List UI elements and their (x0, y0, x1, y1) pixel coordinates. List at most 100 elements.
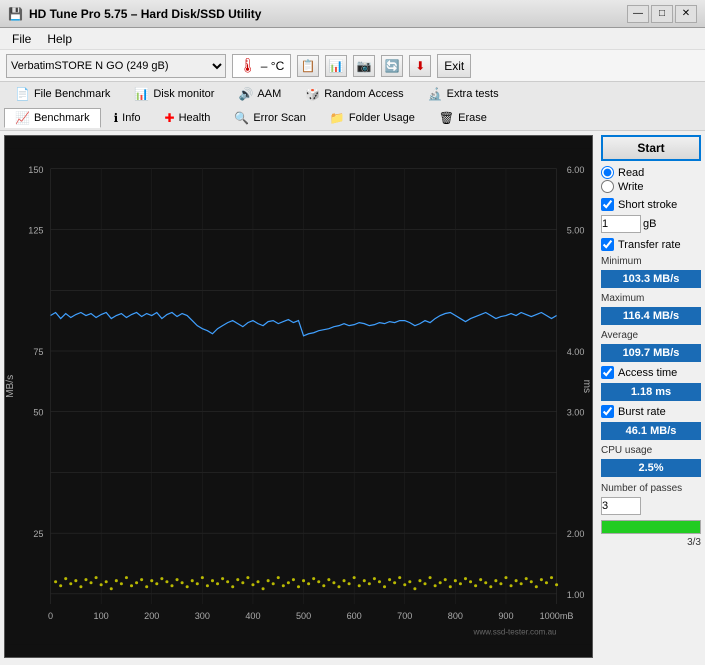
svg-text:500: 500 (296, 611, 311, 621)
svg-text:700: 700 (397, 611, 412, 621)
benchmark-chart: 150 125 75 50 25 MB/s 6.00 5.00 4.00 3.0… (5, 136, 592, 657)
tab-aam[interactable]: 🔊 AAM (227, 84, 292, 104)
folder-usage-icon: 📁 (330, 111, 345, 125)
chart-container: 150 125 75 50 25 MB/s 6.00 5.00 4.00 3.0… (4, 135, 593, 658)
menubar: File Help (0, 28, 705, 50)
main-content: 150 125 75 50 25 MB/s 6.00 5.00 4.00 3.0… (0, 131, 705, 662)
svg-text:2.00: 2.00 (567, 529, 585, 539)
write-radio[interactable] (601, 180, 614, 193)
svg-text:MB/s: MB/s (5, 375, 16, 398)
average-value: 109.7 MB/s (601, 344, 701, 362)
tab-row-1: 📄 File Benchmark 📊 Disk monitor 🔊 AAM 🎲 … (0, 82, 705, 106)
short-stroke-checkbox[interactable] (601, 198, 614, 211)
toolbar: VerbatimSTORE N GO (249 gB) 🌡 – °C 📋 📊 📷… (0, 50, 705, 82)
disk-monitor-icon: 📊 (134, 87, 149, 101)
svg-text:1000mB: 1000mB (540, 611, 574, 621)
svg-text:400: 400 (245, 611, 260, 621)
short-stroke-checkbox-label[interactable]: Short stroke (601, 198, 701, 211)
tab-error-scan[interactable]: 🔍 Error Scan (223, 108, 317, 128)
aam-icon: 🔊 (238, 87, 253, 101)
svg-text:5.00: 5.00 (567, 226, 585, 236)
tabbar: 📄 File Benchmark 📊 Disk monitor 🔊 AAM 🎲 … (0, 82, 705, 131)
maximum-value: 116.4 MB/s (601, 307, 701, 325)
read-radio[interactable] (601, 166, 614, 179)
short-stroke-spinbox-row: gB (601, 215, 701, 233)
passes-spinbox-row (601, 497, 701, 515)
passes-progress-container (601, 520, 701, 534)
camera-icon-btn[interactable]: 📷 (353, 55, 375, 77)
transfer-rate-checkbox[interactable] (601, 238, 614, 251)
svg-text:800: 800 (448, 611, 463, 621)
cpu-usage-label: CPU usage (601, 445, 701, 456)
svg-text:600: 600 (347, 611, 362, 621)
read-radio-label[interactable]: Read (601, 166, 701, 179)
access-time-checkbox-label[interactable]: Access time (601, 366, 701, 379)
svg-text:www.ssd-tester.com.au: www.ssd-tester.com.au (473, 627, 557, 636)
right-panel: Start Read Write Short stroke gB Transfe… (597, 131, 705, 662)
write-radio-label[interactable]: Write (601, 180, 701, 193)
svg-text:100: 100 (94, 611, 109, 621)
tab-random-access[interactable]: 🎲 Random Access (294, 84, 414, 104)
svg-text:150: 150 (28, 165, 43, 175)
tab-info[interactable]: ℹ Info (103, 108, 152, 128)
cpu-usage-value: 2.5% (601, 459, 701, 477)
refresh-icon-btn[interactable]: 🔄 (381, 55, 403, 77)
passes-progress-label: 3/3 (601, 537, 701, 548)
random-access-icon: 🎲 (305, 87, 320, 101)
transfer-rate-checkbox-label[interactable]: Transfer rate (601, 238, 701, 251)
average-label: Average (601, 330, 701, 341)
svg-text:900: 900 (498, 611, 513, 621)
tab-disk-monitor[interactable]: 📊 Disk monitor (123, 84, 225, 104)
svg-text:3.00: 3.00 (567, 408, 585, 418)
app-icon: 💾 (8, 7, 23, 21)
download-icon-btn[interactable]: ⬇ (409, 55, 431, 77)
svg-text:4.00: 4.00 (567, 347, 585, 357)
minimize-button[interactable]: — (627, 5, 649, 23)
info-tab-icon: ℹ (114, 111, 119, 125)
burst-rate-value: 46.1 MB/s (601, 422, 701, 440)
access-time-value: 1.18 ms (601, 383, 701, 401)
svg-text:0: 0 (48, 611, 53, 621)
passes-spinbox[interactable] (601, 497, 641, 515)
menu-file[interactable]: File (4, 30, 39, 48)
exit-button[interactable]: Exit (437, 54, 471, 78)
tab-file-benchmark[interactable]: 📄 File Benchmark (4, 84, 121, 104)
read-write-group: Read Write (601, 166, 701, 193)
minimum-value: 103.3 MB/s (601, 270, 701, 288)
short-stroke-spinbox[interactable] (601, 215, 641, 233)
benchmark-icon: 📈 (15, 111, 30, 125)
number-of-passes-label: Number of passes (601, 483, 701, 494)
access-time-checkbox[interactable] (601, 366, 614, 379)
svg-text:6.00: 6.00 (567, 165, 585, 175)
tab-erase[interactable]: 🗑 Erase (428, 108, 498, 128)
tab-row-2: 📈 Benchmark ℹ Info ✚ Health 🔍 Error Scan… (0, 106, 705, 130)
passes-progress-fill (602, 521, 700, 533)
maximize-button[interactable]: □ (651, 5, 673, 23)
svg-text:125: 125 (28, 226, 43, 236)
svg-text:200: 200 (144, 611, 159, 621)
burst-rate-checkbox-label[interactable]: Burst rate (601, 405, 701, 418)
svg-text:ms: ms (581, 380, 592, 393)
info-icon-btn[interactable]: 📋 (297, 55, 319, 77)
chart-icon-btn[interactable]: 📊 (325, 55, 347, 77)
titlebar: 💾 HD Tune Pro 5.75 – Hard Disk/SSD Utili… (0, 0, 705, 28)
tab-folder-usage[interactable]: 📁 Folder Usage (319, 108, 426, 128)
file-benchmark-icon: 📄 (15, 87, 30, 101)
svg-text:1.00: 1.00 (567, 590, 585, 600)
close-button[interactable]: ✕ (675, 5, 697, 23)
app-title: HD Tune Pro 5.75 – Hard Disk/SSD Utility (29, 7, 262, 21)
error-scan-icon: 🔍 (234, 111, 249, 125)
drive-selector[interactable]: VerbatimSTORE N GO (249 gB) (6, 54, 226, 78)
tab-health[interactable]: ✚ Health (154, 108, 222, 128)
burst-rate-checkbox[interactable] (601, 405, 614, 418)
start-button[interactable]: Start (601, 135, 701, 161)
erase-icon: 🗑 (439, 111, 454, 125)
extra-tests-icon: 🔬 (428, 87, 443, 101)
tab-extra-tests[interactable]: 🔬 Extra tests (417, 84, 510, 104)
minimum-label: Minimum (601, 256, 701, 267)
menu-help[interactable]: Help (39, 30, 80, 48)
tab-benchmark[interactable]: 📈 Benchmark (4, 108, 101, 128)
temperature-display: 🌡 – °C (232, 54, 291, 78)
thermometer-icon: 🌡 (239, 57, 257, 74)
svg-text:50: 50 (33, 408, 43, 418)
